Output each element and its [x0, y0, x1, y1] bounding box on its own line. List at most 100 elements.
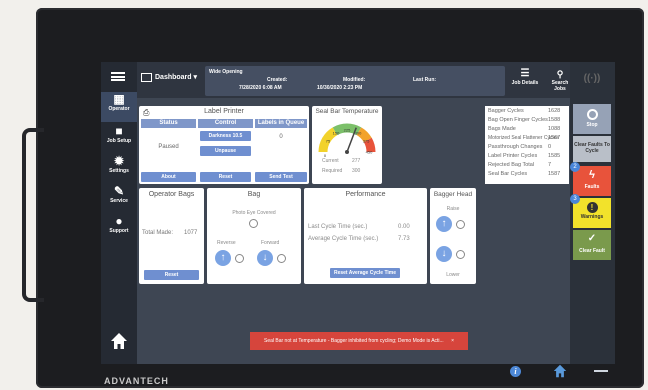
photo-eye-label: Photo Eye Covered	[232, 210, 276, 216]
gauge-tick-label: 150	[333, 130, 340, 135]
clear-faults-label: Clear Faults To Cycle	[574, 142, 610, 154]
sidebar-item-operator[interactable]: ▦ Operator	[101, 92, 137, 122]
arrow-down-icon: ↓	[262, 252, 268, 263]
clear-fault-label: Clear Fault	[579, 248, 605, 254]
sidebar-item-job-setup[interactable]: ■ Job Setup	[101, 124, 137, 154]
stat-row: Rejected Bag Total 7	[488, 162, 552, 168]
gear-icon: ✹	[113, 154, 125, 168]
lower-button[interactable]: ↓	[436, 246, 452, 262]
modified-value: 10/30/2020 2:23 PM	[317, 85, 363, 91]
sidebar-item-label: Service	[110, 198, 128, 204]
required-temp-label: Required	[322, 168, 343, 174]
reset-average-cycle-button[interactable]: Reset Average Cycle Time	[330, 268, 400, 278]
stop-button[interactable]: Stop	[573, 104, 611, 134]
close-icon[interactable]: ×	[451, 338, 454, 344]
lower-label: Lower	[446, 272, 460, 278]
current-temp-value: 277	[352, 158, 361, 164]
operator-bags-title: Operator Bags	[148, 191, 195, 198]
cycle-stats-list: Bagger Cycles 1628 Bag Open Finger Cycles…	[485, 106, 569, 184]
forward-label: Forward	[261, 240, 280, 246]
job-details-button[interactable]: ☰ Job Details	[505, 68, 545, 86]
arrow-up-icon: ↑	[441, 218, 447, 229]
avg-cycle-value: 7.73	[398, 236, 410, 242]
faults-label: Faults	[584, 184, 600, 190]
reverse-indicator	[235, 254, 244, 263]
gauge-tick-label: 225	[344, 128, 351, 133]
reset-bags-button[interactable]: Reset	[144, 270, 199, 280]
grid-icon: ▦	[113, 92, 125, 106]
seal-bar-temperature-panel: Seal Bar Temperature 75 150 225 300 375 450 0 …	[312, 106, 382, 184]
sidebar-item-settings[interactable]: ✹ Settings	[101, 154, 137, 184]
arrow-up-icon: ↑	[220, 252, 226, 263]
darkness-button[interactable]: Darkness 10.5	[200, 131, 251, 141]
chevron-down-icon: ▾	[193, 74, 198, 81]
warnings-label: Warnings	[580, 214, 604, 220]
clear-fault-button[interactable]: ✓ Clear Fault	[573, 230, 611, 260]
dashboard-label: Dashboard	[155, 74, 192, 81]
sidebar-item-support[interactable]: ● Support	[101, 214, 137, 244]
sidebar-item-label: Settings	[109, 168, 129, 174]
control-header: Control	[198, 119, 253, 128]
labels-in-queue-header: Labels in Queue	[255, 119, 307, 128]
home-icon[interactable]	[110, 332, 128, 350]
brand-logo: ADVANTECH	[104, 376, 169, 386]
gauge-tick-label: 300	[355, 130, 362, 135]
sidebar-item-label: Operator	[108, 106, 130, 112]
temperature-gauge: 751502253003754500	[318, 123, 376, 158]
arrow-down-icon: ↓	[441, 248, 447, 259]
gauge-tick-label: 375	[363, 139, 370, 144]
label-printer-panel: ⎙ Label Printer Status Control Labels in…	[139, 106, 309, 184]
printer-status-value: Paused	[158, 144, 179, 150]
sidebar: ▦ Operator ■ Job Setup ✹ Settings ✎ Serv…	[101, 62, 137, 364]
minimize-key-icon[interactable]	[594, 370, 608, 372]
faults-button[interactable]: ϟ Faults	[573, 166, 611, 196]
header: Dashboard ▾ Wide Opening Created: 7/28/2…	[137, 62, 570, 98]
operator-bags-panel: Operator Bags Total Made: 1077 Reset	[139, 188, 204, 284]
performance-panel: Performance Last Cycle Time (sec.) 0.00 …	[304, 188, 427, 284]
dashboard-icon	[141, 72, 152, 82]
faults-count-badge: 2	[570, 162, 580, 172]
home-key-icon[interactable]	[553, 364, 567, 378]
info-icon[interactable]: i	[510, 366, 521, 377]
briefcase-icon: ■	[115, 124, 123, 138]
stat-row: Passthrough Changes 0	[488, 144, 552, 150]
send-test-button[interactable]: Send Test	[255, 172, 307, 182]
gauge-tick-label: 75	[326, 139, 331, 144]
reverse-button[interactable]: ↑	[215, 250, 231, 266]
alert-banner-text: Seal Bar not at Temperature - Bagger inh…	[263, 338, 444, 344]
about-button[interactable]: About	[141, 172, 196, 182]
right-rail: ((·)) Stop Clear Faults To Cycle ϟ Fault…	[570, 62, 615, 364]
required-temp-value: 300	[352, 168, 361, 174]
photo-eye-indicator	[249, 219, 258, 228]
unpause-button[interactable]: Unpause	[200, 146, 251, 156]
bag-title: Bag	[247, 191, 261, 198]
label-printer-title: Label Printer	[204, 108, 244, 115]
stat-row: Bags Made 1088	[488, 126, 561, 132]
stat-row: Bag Open Finger Cycles 1588	[488, 117, 561, 123]
menu-icon[interactable]	[111, 72, 125, 81]
job-details-label: Job Details	[511, 80, 539, 86]
warnings-button[interactable]: ! Warnings	[573, 198, 611, 228]
monitor-handle	[22, 128, 44, 302]
dashboard-dropdown[interactable]: Dashboard ▾	[141, 70, 203, 86]
job-info-strip: Wide Opening Created: 7/28/2020 6:08 AM …	[205, 66, 505, 96]
list-icon: ☰	[520, 68, 530, 79]
avg-cycle-label: Average Cycle Time (sec.)	[308, 236, 379, 242]
last-cycle-label: Last Cycle Time (sec.)	[308, 224, 368, 230]
seal-bar-title: Seal Bar Temperature	[315, 108, 379, 115]
checkmark-icon: ✓	[587, 233, 597, 244]
lower-indicator	[456, 250, 465, 259]
clear-faults-to-cycle-button[interactable]: Clear Faults To Cycle	[573, 136, 611, 162]
reset-printer-button[interactable]: Reset	[200, 172, 251, 182]
raise-label: Raise	[446, 206, 460, 212]
wrench-icon: ✎	[113, 184, 125, 198]
warnings-count-badge: 3	[570, 194, 580, 204]
sidebar-item-service[interactable]: ✎ Service	[101, 184, 137, 214]
performance-title: Performance	[345, 191, 386, 198]
alert-banner[interactable]: Seal Bar not at Temperature - Bagger inh…	[250, 332, 468, 350]
bag-panel: Bag Photo Eye Covered Reverse Forward ↑ …	[207, 188, 301, 284]
stat-row: Bagger Cycles 1628	[488, 108, 561, 114]
created-label: Created:	[267, 77, 288, 83]
forward-button[interactable]: ↓	[257, 250, 273, 266]
raise-button[interactable]: ↑	[436, 216, 452, 232]
